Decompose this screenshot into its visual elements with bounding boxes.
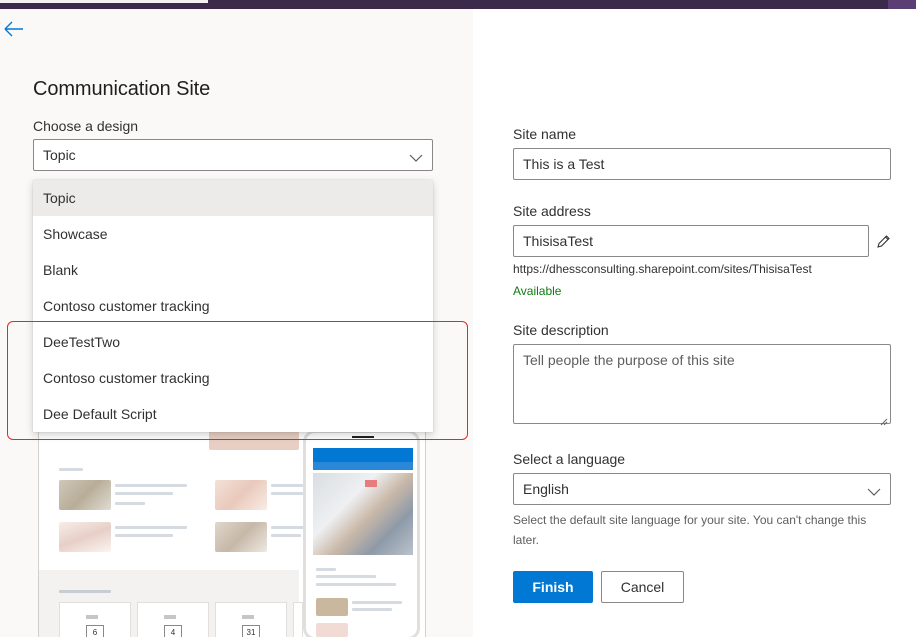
- preview-line: [352, 608, 392, 611]
- preview-line: [115, 526, 187, 529]
- preview-news-image: [215, 480, 267, 510]
- preview-event-card: 31: [215, 602, 287, 637]
- preview-event-day: 31: [242, 625, 260, 637]
- cancel-button[interactable]: Cancel: [601, 571, 684, 603]
- design-option-showcase[interactable]: Showcase: [33, 216, 433, 252]
- site-url: https://dhessconsulting.sharepoint.com/s…: [513, 262, 812, 276]
- preview-event-card: 4: [137, 602, 209, 637]
- phone-hero-image: [313, 473, 413, 555]
- preview-line: [115, 534, 173, 537]
- browser-corner: [888, 0, 916, 9]
- browser-top-bar: [0, 0, 916, 9]
- site-name-value: This is a Test: [523, 156, 605, 172]
- preview-card-line: [242, 615, 254, 619]
- preview-line: [59, 468, 83, 471]
- site-name-label: Site name: [513, 126, 577, 142]
- preview-news-image: [59, 480, 111, 510]
- back-arrow-icon[interactable]: [4, 20, 26, 38]
- availability-status: Available: [513, 284, 562, 298]
- site-address-input[interactable]: ThisisaTest: [513, 225, 869, 257]
- preview-line: [316, 575, 376, 578]
- design-option-blank[interactable]: Blank: [33, 252, 433, 288]
- design-panel: 6 4 31 Communication Site Choose a desig…: [0, 9, 473, 637]
- preview-line: [115, 492, 173, 495]
- mobile-preview: [303, 430, 420, 637]
- site-name-input[interactable]: This is a Test: [513, 148, 891, 180]
- preview-news-image: [316, 623, 348, 637]
- phone-nav-bar: [313, 462, 413, 470]
- preview-line: [271, 492, 305, 495]
- preview-event-day: 6: [86, 625, 104, 637]
- chevron-down-icon: [409, 150, 423, 162]
- language-select-value: English: [523, 481, 569, 497]
- design-option-contoso-customer-tracking[interactable]: Contoso customer tracking: [33, 288, 433, 324]
- chevron-down-icon: [867, 484, 881, 496]
- preview-line: [352, 601, 402, 604]
- preview-line: [316, 583, 396, 586]
- preview-line: [115, 502, 145, 505]
- language-hint: Select the default site language for you…: [513, 513, 867, 547]
- phone-hero-accent: [365, 480, 377, 487]
- page-title: Communication Site: [33, 78, 211, 100]
- design-select[interactable]: Topic: [33, 139, 433, 171]
- preview-event-card: [293, 602, 303, 637]
- preview-card-line: [164, 615, 176, 619]
- language-select[interactable]: English: [513, 473, 891, 505]
- preview-line: [316, 568, 336, 571]
- resize-handle-icon[interactable]: [880, 413, 888, 426]
- preview-line: [59, 590, 111, 593]
- preview-event-day: 4: [164, 625, 182, 637]
- finish-button[interactable]: Finish: [513, 571, 593, 603]
- phone-status-bar: [313, 448, 413, 462]
- preview-card-line: [86, 615, 98, 619]
- design-label: Choose a design: [33, 118, 139, 134]
- preview-event-card: 6: [59, 602, 131, 637]
- site-address-label: Site address: [513, 203, 591, 219]
- site-description-label: Site description: [513, 322, 609, 338]
- site-description-placeholder: Tell people the purpose of this site: [523, 352, 735, 368]
- site-address-value: ThisisaTest: [523, 233, 594, 249]
- language-label: Select a language: [513, 451, 626, 467]
- edit-pencil-icon[interactable]: [876, 234, 891, 249]
- preview-line: [271, 534, 301, 537]
- site-description-textarea[interactable]: Tell people the purpose of this site: [513, 344, 891, 426]
- browser-tab-edge: [0, 0, 208, 3]
- preview-news-image: [59, 522, 111, 552]
- design-select-value: Topic: [43, 147, 76, 163]
- preview-news-image: [215, 522, 267, 552]
- design-option-topic[interactable]: Topic: [33, 180, 433, 216]
- preview-line: [115, 484, 187, 487]
- preview-news-image: [316, 598, 348, 616]
- highlight-annotation: [7, 321, 468, 440]
